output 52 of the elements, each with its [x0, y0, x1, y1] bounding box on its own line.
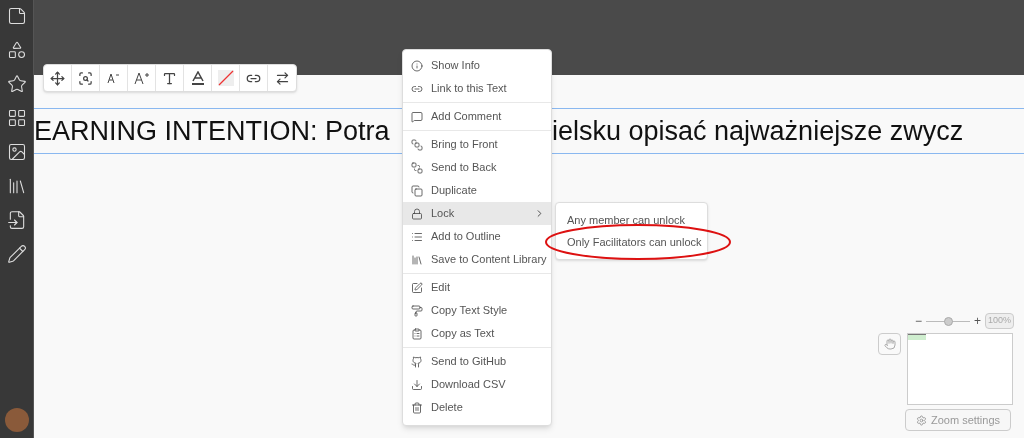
pencil-icon[interactable] — [6, 244, 27, 264]
clipboard-icon — [411, 327, 423, 340]
duplicate-icon — [411, 184, 423, 197]
slider-thumb[interactable] — [943, 316, 953, 326]
library-icon — [411, 253, 423, 266]
menu-item[interactable]: Show Info — [403, 54, 551, 77]
hand-icon — [883, 338, 896, 350]
import-icon[interactable] — [6, 210, 27, 230]
heading-text: ielsku opisać najważniejsze zwycz — [552, 114, 964, 148]
no-fill-icon[interactable] — [217, 70, 234, 86]
font-smaller-icon[interactable] — [106, 72, 121, 84]
font-larger-icon[interactable] — [133, 71, 150, 85]
menu-item[interactable]: Link to this Text — [403, 77, 551, 100]
image-icon[interactable] — [6, 142, 27, 162]
menu-item[interactable]: Copy as Text — [403, 322, 551, 345]
download-icon — [411, 378, 423, 391]
menu-item[interactable]: Edit — [403, 276, 551, 299]
info-icon — [411, 59, 423, 72]
star-icon[interactable] — [6, 74, 27, 94]
menu-item[interactable]: Save to Content Library — [403, 248, 551, 271]
move-icon[interactable] — [50, 70, 65, 86]
edit-icon — [411, 281, 423, 294]
lock-icon — [411, 207, 423, 220]
viewport-indicator — [908, 334, 926, 340]
heading-text: EARNING INTENTION: Potra — [34, 115, 390, 146]
grid-icon[interactable] — [6, 108, 27, 128]
note-icon[interactable] — [6, 6, 27, 26]
menu-item[interactable]: Add to Outline — [403, 225, 551, 248]
zoom-out-button[interactable]: − — [914, 312, 922, 330]
menu-item[interactable]: Add Comment — [403, 105, 551, 128]
menu-item[interactable]: Delete — [403, 396, 551, 419]
text-icon[interactable] — [162, 70, 177, 86]
menu-item[interactable]: Copy Text Style — [403, 299, 551, 322]
settings-icon — [915, 414, 927, 426]
menu-item[interactable]: Send to GitHub — [403, 350, 551, 373]
zoom-in-button[interactable]: + — [973, 312, 981, 330]
submenu-item[interactable]: Any member can unlock — [567, 211, 685, 229]
comment-icon — [411, 110, 423, 123]
shapes-icon[interactable] — [6, 40, 27, 60]
menu-item[interactable]: Duplicate — [403, 179, 551, 202]
menu-item[interactable]: Lock — [403, 202, 551, 225]
paint-roller-icon — [411, 304, 423, 317]
text-color-icon[interactable] — [190, 70, 205, 86]
zoom-fit-icon[interactable] — [78, 70, 93, 86]
menu-item[interactable]: Download CSV — [403, 373, 551, 396]
github-icon — [411, 355, 423, 368]
zoom-percent: 100% — [984, 313, 1014, 329]
trash-icon — [411, 401, 423, 414]
swap-icon[interactable] — [274, 70, 290, 86]
list-icon — [411, 230, 423, 243]
menu-item[interactable]: Send to Back — [403, 156, 551, 179]
menu-item[interactable]: Bring to Front — [403, 133, 551, 156]
